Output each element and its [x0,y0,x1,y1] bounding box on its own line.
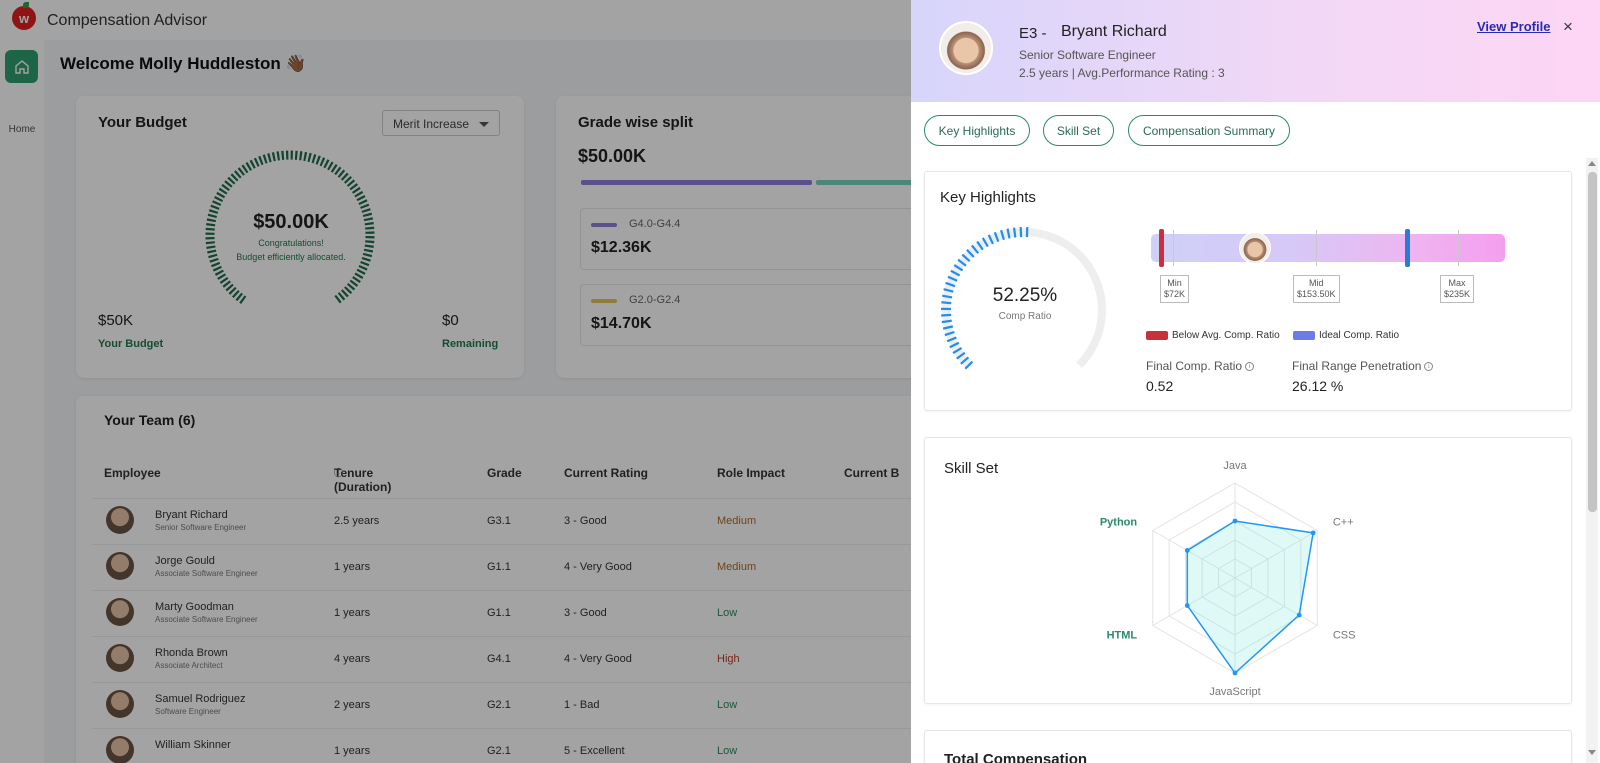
legend-below-label: Below Avg. Comp. Ratio [1172,330,1280,341]
legend-ideal-label: Ideal Comp. Ratio [1319,330,1400,341]
tab-skill-set[interactable]: Skill Set [1043,115,1114,146]
below-avg-marker [1159,229,1164,267]
radar-series-area [1186,520,1315,675]
range-mid-value: $153.50K [1297,289,1336,299]
radar-point-python[interactable] [1184,548,1190,553]
skill-radar-chart: Java C++ CSS JavaScript HTML Python [1100,460,1356,698]
legend-ideal: Ideal Comp. Ratio [1293,330,1399,341]
range-max-title: Max [1448,278,1466,288]
legend-swatch-ideal [1293,331,1315,340]
gauge-tick [941,313,952,317]
employee-role: Senior Software Engineer [1019,48,1156,62]
employee-code: E3 - [1019,25,1047,42]
view-profile-link[interactable]: View Profile [1477,19,1550,34]
radar-axis-label: Python [1100,517,1138,529]
comp-ratio-center: 52.25% Comp Ratio [955,285,1095,322]
employee-name: Bryant Richard [1061,23,1167,40]
range-mid-title: Mid [1309,278,1324,288]
comp-ratio-label: Comp Ratio [998,311,1052,322]
legend-below-avg: Below Avg. Comp. Ratio [1146,330,1280,341]
total-compensation-card: Total Compensation [924,730,1572,763]
key-highlights-title: Key Highlights [940,189,1036,206]
range-max-value: $235K [1444,289,1471,299]
radar-point-html[interactable] [1184,603,1190,608]
range-tick-max [1458,230,1459,266]
skill-set-card: Skill Set Java C++ CSS JavaScript HTML Python [924,437,1572,704]
scroll-up-icon[interactable] [1588,161,1596,166]
info-icon[interactable]: i [1424,362,1434,371]
final-range-penetration-label: Final Range Penetration i [1292,359,1434,373]
final-comp-ratio-text: Final Comp. Ratio [1146,359,1243,373]
skill-set-title: Skill Set [944,460,999,477]
ideal-marker [1405,229,1410,267]
radar-axis-label: JavaScript [1209,686,1260,698]
final-comp-ratio-label: Final Comp. Ratio i [1146,359,1255,373]
radar-axis-label: HTML [1107,630,1138,642]
final-range-penetration-value: 26.12 % [1292,378,1344,394]
total-compensation-title: Total Compensation [944,751,1088,763]
range-tick-min [1173,230,1174,266]
range-min-label: Min $72K [1160,275,1190,303]
key-highlights-card: Key Highlights 52.25% Comp Ratio Min $72… [924,171,1572,411]
close-icon[interactable]: × [1563,17,1573,37]
radar-point-java[interactable] [1232,518,1238,524]
final-comp-ratio-value: 0.52 [1146,378,1174,394]
salary-range-bar [1151,234,1505,262]
scroll-down-icon[interactable] [1588,750,1596,755]
tab-compensation-summary[interactable]: Compensation Summary [1128,115,1290,146]
radar-axis-label: CSS [1333,630,1356,642]
employee-avatar [939,21,993,75]
comp-ratio-value: 52.25% [992,285,1058,306]
employee-meta: 2.5 years | Avg.Performance Rating : 3 [1019,66,1225,80]
gauge-tick [941,301,952,305]
modal-backdrop[interactable] [0,0,911,763]
info-icon[interactable]: i [1245,362,1255,371]
range-max-label: Max $235K [1440,275,1475,303]
range-mid-label: Mid $153.50K [1293,275,1340,303]
radar-point-c[interactable] [1310,530,1316,536]
radar-point-javascript[interactable] [1232,670,1238,676]
drawer-scrollbar[interactable] [1586,158,1598,763]
radar-point-css[interactable] [1296,612,1302,618]
radar-axis-label: Java [1223,460,1247,472]
radar-axis-label: C++ [1333,517,1354,529]
tab-key-highlights[interactable]: Key Highlights [924,115,1030,146]
employee-drawer: E3 - Bryant Richard Senior Software Engi… [911,0,1600,763]
gauge-tick [1012,227,1017,238]
drawer-header: E3 - Bryant Richard Senior Software Engi… [911,0,1600,102]
range-min-title: Min [1167,278,1182,288]
range-min-value: $72K [1164,289,1186,299]
gauge-tick [941,319,952,324]
scroll-thumb[interactable] [1588,172,1597,512]
final-range-penetration-text: Final Range Penetration [1292,359,1422,373]
employee-range-avatar [1239,232,1271,264]
range-tick-mid [1316,230,1317,266]
legend-swatch-below [1146,331,1168,340]
